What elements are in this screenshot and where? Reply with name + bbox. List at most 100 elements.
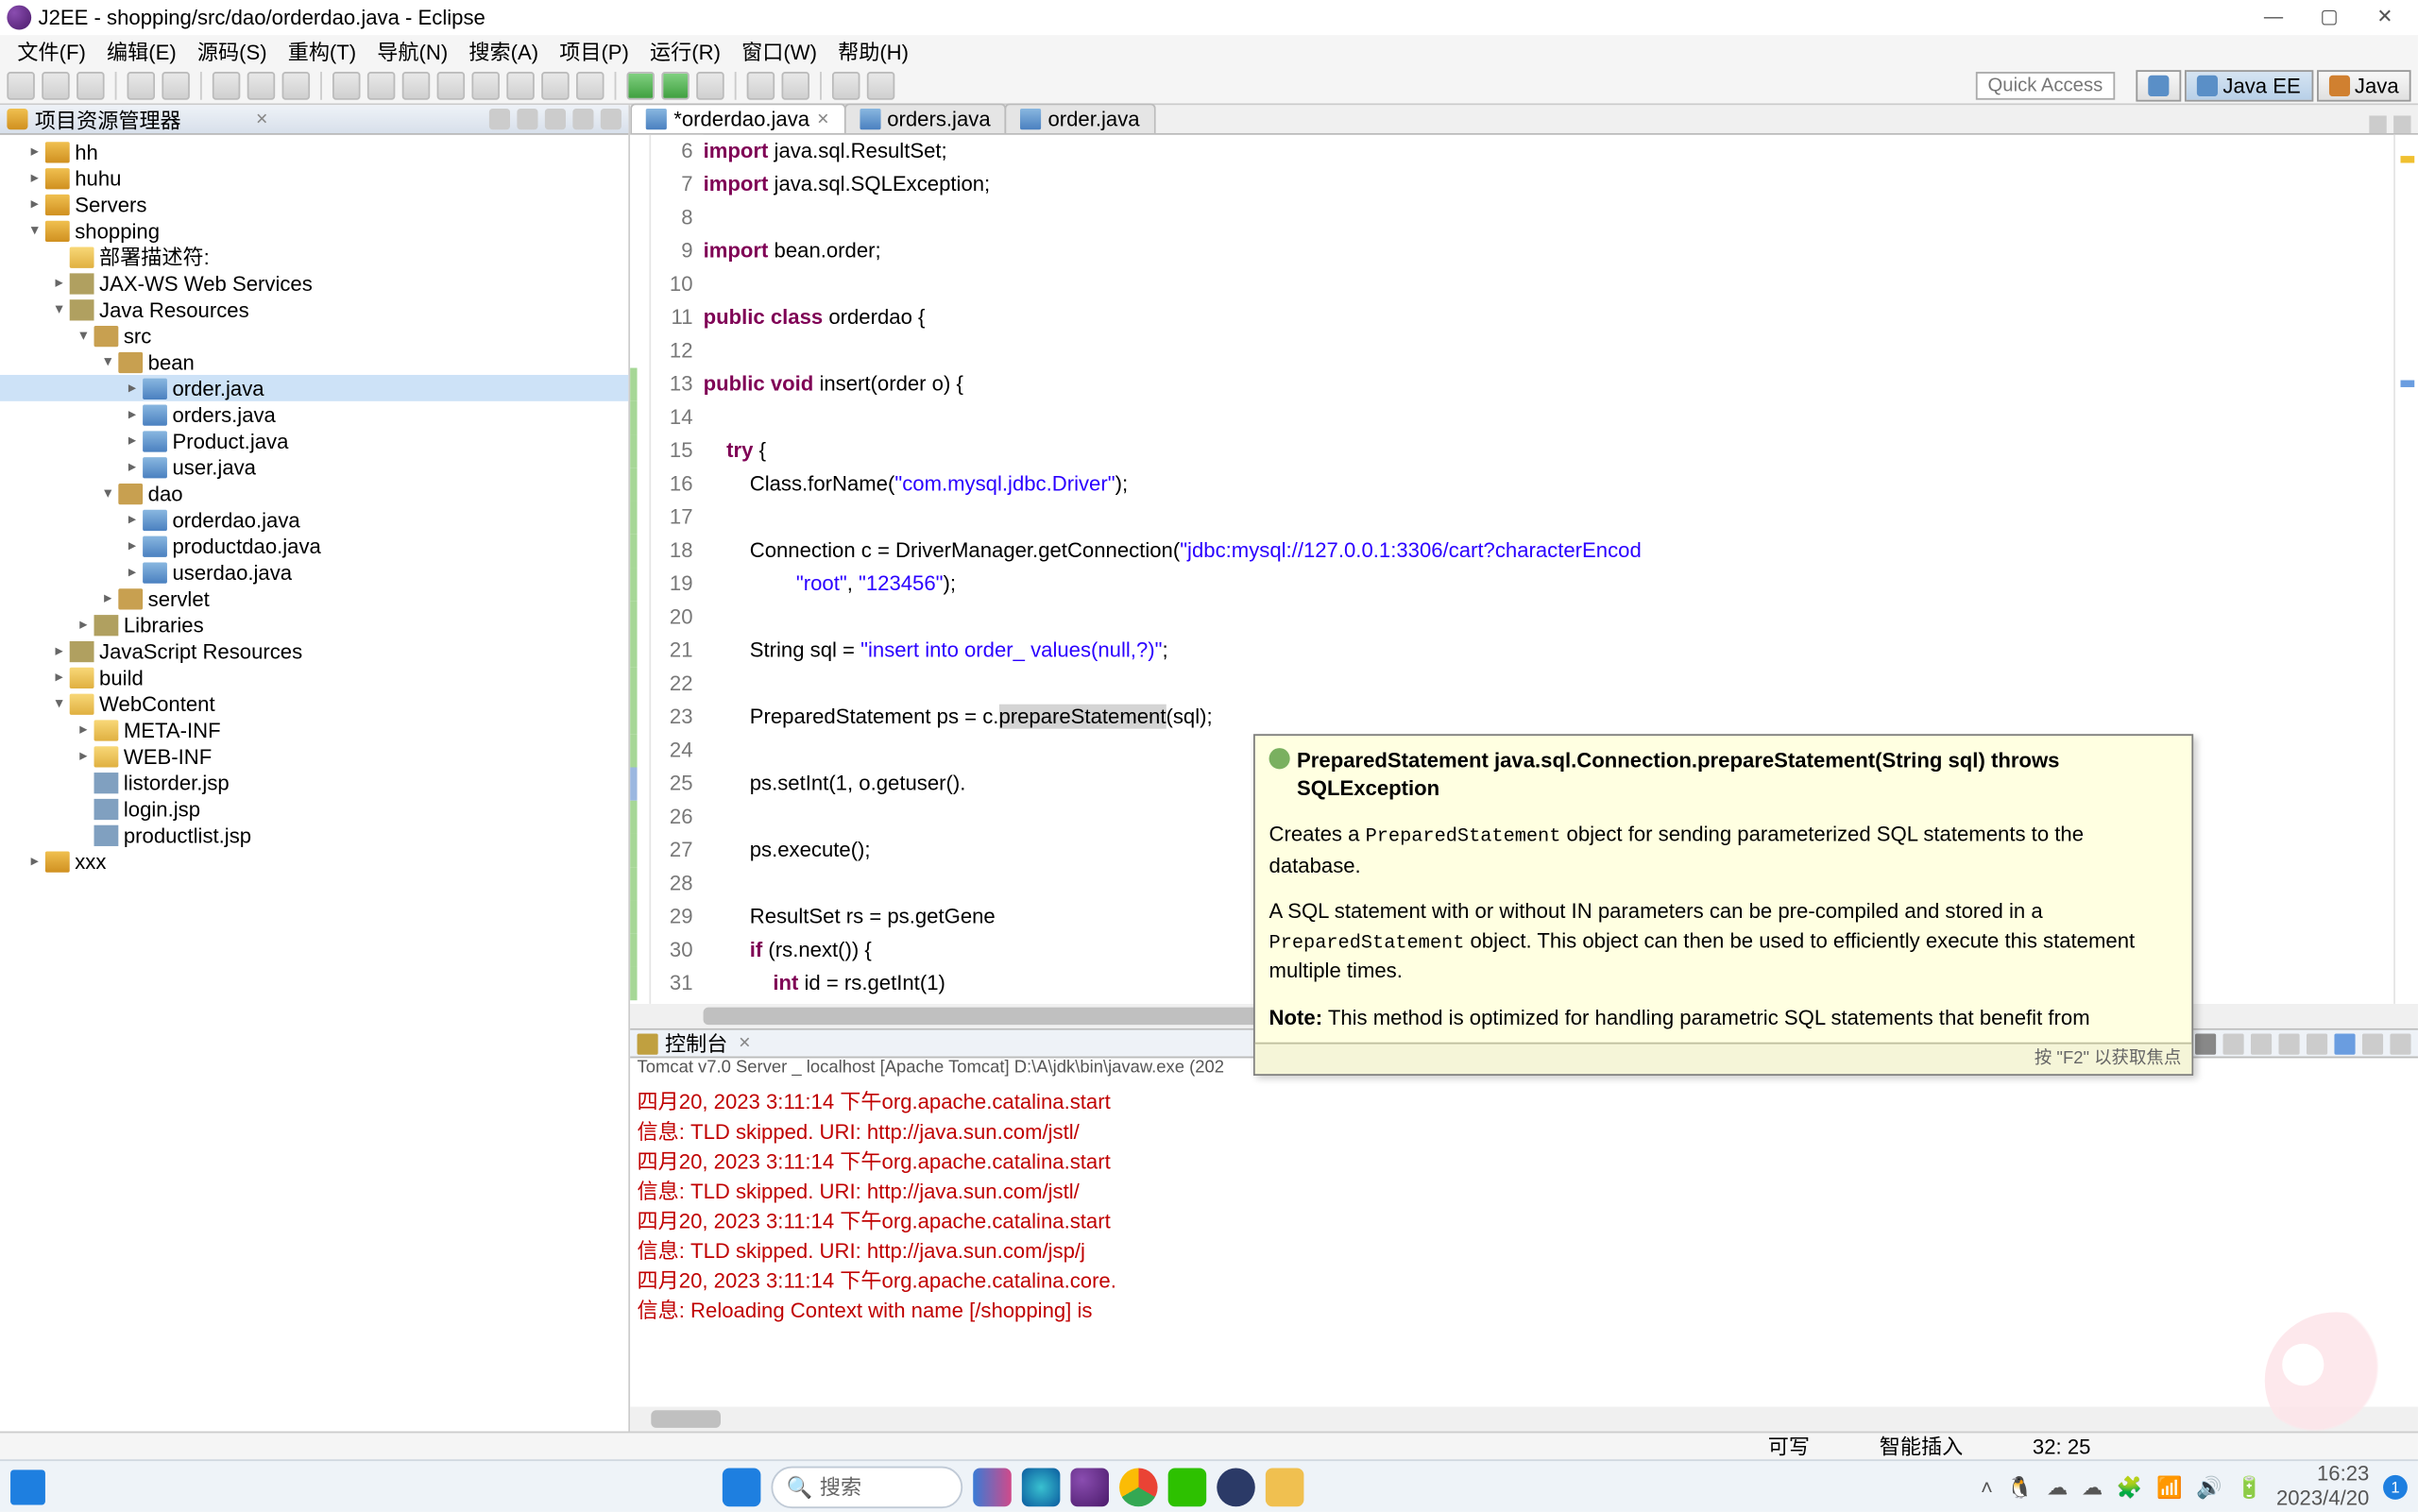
- menu-item[interactable]: 搜索(A): [458, 36, 549, 66]
- toolbar-icon[interactable]: [782, 71, 809, 99]
- scroll-lock-button[interactable]: [2251, 1033, 2272, 1054]
- tree-twisty[interactable]: ▸: [122, 431, 143, 450]
- system-tray[interactable]: ˄ 🐧 ☁ ☁ 🧩 📶 🔊 🔋 16:23 2023/4/20 1: [1981, 1464, 2408, 1510]
- tree-twisty[interactable]: ▸: [122, 457, 143, 476]
- console-output[interactable]: 四月20, 2023 3:11:14 下午org.apache.catalina…: [630, 1082, 2418, 1406]
- clear-console-button[interactable]: [2223, 1033, 2244, 1054]
- tree-twisty[interactable]: ▸: [25, 195, 45, 213]
- toolbar-icon[interactable]: [696, 71, 724, 99]
- remove-all-button[interactable]: [2195, 1033, 2216, 1054]
- menu-item[interactable]: 运行(R): [639, 36, 731, 66]
- tree-twisty[interactable]: ▸: [49, 641, 70, 660]
- editor-tab[interactable]: order.java: [1004, 103, 1155, 133]
- tree-node[interactable]: ▾bean: [0, 348, 628, 375]
- console-hscrollbar[interactable]: [630, 1407, 2418, 1432]
- notifications-icon[interactable]: 1: [2383, 1474, 2408, 1499]
- tree-twisty[interactable]: ▾: [97, 484, 118, 502]
- tree-node[interactable]: ▸Servers: [0, 191, 628, 217]
- explorer-icon[interactable]: [1266, 1468, 1304, 1506]
- tree-node[interactable]: ▸orderdao.java: [0, 506, 628, 533]
- toolbar-icon[interactable]: [541, 71, 569, 99]
- tree-twisty[interactable]: ▾: [49, 299, 70, 318]
- tree-twisty[interactable]: ▸: [73, 720, 94, 739]
- vscode-icon[interactable]: [1217, 1468, 1255, 1506]
- overview-ruler[interactable]: [2393, 135, 2418, 1004]
- chrome-icon[interactable]: [1119, 1468, 1158, 1506]
- toolbar-icon[interactable]: [626, 71, 654, 99]
- tree-node[interactable]: listorder.jsp: [0, 769, 628, 795]
- tree-twisty[interactable]: ▸: [122, 562, 143, 581]
- ime-icon[interactable]: 🧩: [2117, 1474, 2143, 1499]
- editor-tab[interactable]: *orderdao.java✕: [630, 103, 845, 133]
- tree-twisty[interactable]: ▸: [25, 168, 45, 187]
- edge-icon[interactable]: [1022, 1468, 1061, 1506]
- tree-node[interactable]: ▸hh: [0, 139, 628, 165]
- tree-node[interactable]: ▸build: [0, 664, 628, 690]
- tree-node[interactable]: ▸Product.java: [0, 428, 628, 454]
- menu-item[interactable]: 源码(S): [187, 36, 278, 66]
- link-editor-button[interactable]: [517, 109, 537, 129]
- tree-node[interactable]: ▾src: [0, 322, 628, 348]
- project-tree[interactable]: ▸hh▸huhu▸Servers▾shopping部署描述符:▸JAX-WS W…: [0, 135, 628, 1432]
- tray-icon[interactable]: ☁: [2047, 1474, 2068, 1499]
- pin-console-button[interactable]: [2278, 1033, 2299, 1054]
- tree-node[interactable]: ▸huhu: [0, 164, 628, 191]
- menu-item[interactable]: 编辑(E): [96, 36, 187, 66]
- perspective-javaee[interactable]: Java EE: [2185, 69, 2313, 100]
- tree-twisty[interactable]: ▸: [122, 536, 143, 555]
- tree-node[interactable]: ▸JavaScript Resources: [0, 637, 628, 664]
- eclipse-icon[interactable]: [1070, 1468, 1109, 1506]
- menu-item[interactable]: 文件(F): [7, 36, 96, 66]
- toolbar-icon[interactable]: [506, 71, 534, 99]
- open-console-button[interactable]: [2334, 1033, 2355, 1054]
- wechat-icon[interactable]: [1168, 1468, 1207, 1506]
- quick-access-input[interactable]: Quick Access: [1976, 71, 2115, 99]
- toolbar-icon[interactable]: [661, 71, 689, 99]
- toolbar-icon[interactable]: [282, 71, 310, 99]
- debug-button[interactable]: [213, 71, 240, 99]
- close-console-icon[interactable]: ✕: [738, 1033, 751, 1052]
- tree-node[interactable]: ▸userdao.java: [0, 559, 628, 586]
- menu-item[interactable]: 项目(P): [549, 36, 639, 66]
- menu-item[interactable]: 导航(N): [366, 36, 458, 66]
- new-button[interactable]: [7, 71, 34, 99]
- tree-node[interactable]: ▸META-INF: [0, 717, 628, 743]
- tree-node[interactable]: ▸Libraries: [0, 611, 628, 637]
- menu-item[interactable]: 帮助(H): [827, 36, 919, 66]
- toolbar-icon[interactable]: [128, 71, 155, 99]
- menu-item[interactable]: 重构(T): [278, 36, 367, 66]
- taskbar-search[interactable]: 🔍搜索: [771, 1466, 962, 1508]
- tree-node[interactable]: ▾Java Resources: [0, 296, 628, 322]
- taskbar-app-icon[interactable]: [973, 1468, 1012, 1506]
- tree-node[interactable]: ▾WebContent: [0, 690, 628, 717]
- tree-twisty[interactable]: ▾: [97, 352, 118, 371]
- toolbar-icon[interactable]: [576, 71, 604, 99]
- tree-node[interactable]: ▸productdao.java: [0, 533, 628, 559]
- minimize-console-button[interactable]: [2362, 1033, 2383, 1054]
- tree-node[interactable]: ▸order.java: [0, 375, 628, 401]
- toolbar-icon[interactable]: [471, 71, 499, 99]
- volume-icon[interactable]: 🔊: [2196, 1474, 2222, 1499]
- tree-node[interactable]: ▸xxx: [0, 848, 628, 875]
- tray-icon[interactable]: 🐧: [2007, 1474, 2034, 1499]
- tree-node[interactable]: ▾dao: [0, 480, 628, 506]
- minimize-button[interactable]: —: [2261, 6, 2286, 30]
- perspective-java[interactable]: Java: [2316, 69, 2410, 100]
- tree-twisty[interactable]: ▾: [73, 326, 94, 345]
- tree-twisty[interactable]: ▾: [49, 694, 70, 713]
- maximize-view-button[interactable]: [601, 109, 622, 129]
- tree-node[interactable]: ▸JAX-WS Web Services: [0, 270, 628, 297]
- toolbar-icon[interactable]: [437, 71, 465, 99]
- save-all-button[interactable]: [77, 71, 104, 99]
- display-selected-button[interactable]: [2307, 1033, 2327, 1054]
- toolbar-icon[interactable]: [367, 71, 395, 99]
- tree-node[interactable]: productlist.jsp: [0, 822, 628, 848]
- windows-icon[interactable]: [723, 1468, 761, 1506]
- run-button[interactable]: [247, 71, 275, 99]
- back-button[interactable]: [832, 71, 860, 99]
- tree-node[interactable]: ▸user.java: [0, 453, 628, 480]
- tree-node[interactable]: ▾shopping: [0, 217, 628, 244]
- taskbar-clock[interactable]: 16:23 2023/4/20: [2276, 1464, 2369, 1510]
- onedrive-icon[interactable]: ☁: [2082, 1474, 2103, 1499]
- tree-twisty[interactable]: ▸: [49, 668, 70, 687]
